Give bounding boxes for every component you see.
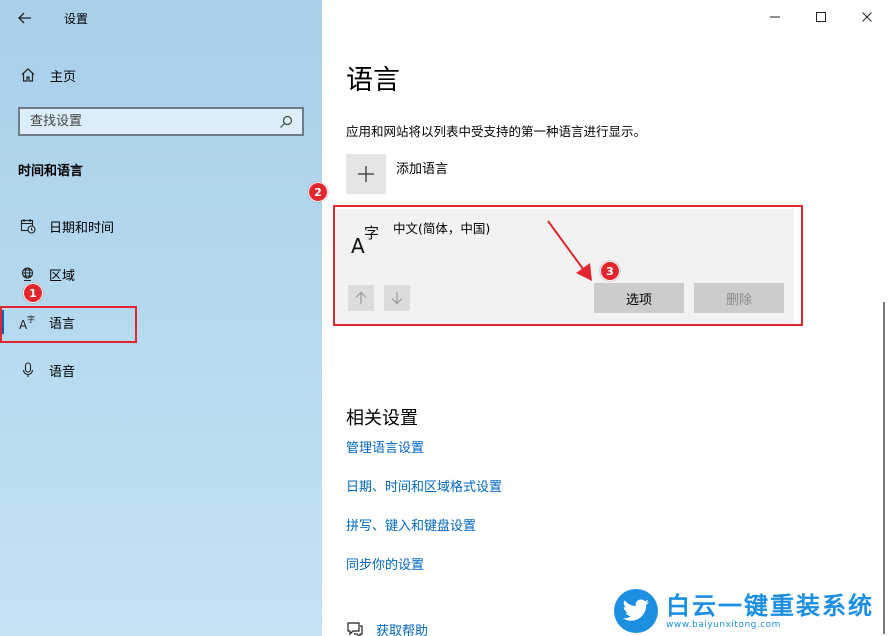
search-icon[interactable] — [278, 114, 294, 130]
link-manage-language[interactable]: 管理语言设置 — [346, 437, 424, 456]
maximize-icon — [816, 12, 826, 22]
watermark-brand: 白云一键重装系统 — [666, 592, 874, 620]
close-icon — [862, 12, 872, 22]
add-language-label: 添加语言 — [396, 162, 449, 177]
get-help[interactable]: 获取帮助 — [346, 620, 428, 636]
close-button[interactable] — [844, 0, 890, 34]
annotation-box-language-nav — [0, 306, 137, 343]
sidebar-item-speech[interactable]: 语音 — [0, 350, 322, 390]
scrollbar-thumb[interactable] — [883, 302, 885, 634]
nav-home[interactable]: 主页 — [18, 64, 76, 86]
app-title: 设置 — [64, 12, 89, 26]
link-date-time-region-format[interactable]: 日期、时间和区域格式设置 — [346, 476, 502, 495]
annotation-arrow — [547, 220, 592, 281]
nav-home-label: 主页 — [50, 69, 77, 85]
get-help-link[interactable]: 获取帮助 — [376, 620, 428, 636]
sidebar-item-label: 日期和时间 — [49, 220, 115, 236]
annotation-badge-3: 3 — [600, 261, 620, 281]
globe-icon — [18, 264, 38, 284]
sidebar-item-region[interactable]: 区域 — [0, 254, 322, 294]
search-box[interactable] — [18, 107, 304, 136]
related-settings-title: 相关设置 — [346, 408, 418, 429]
add-language-button[interactable]: 添加语言 — [346, 154, 448, 194]
page-title: 语言 — [346, 65, 400, 96]
watermark: 白云一键重装系统 www.baiyunxitong.com — [608, 586, 890, 636]
twitter-bird-icon — [614, 589, 658, 633]
minimize-button[interactable] — [752, 0, 798, 34]
page-description: 应用和网站将以列表中受支持的第一种语言进行显示。 — [346, 124, 647, 139]
sidebar-item-label: 区域 — [49, 268, 76, 284]
link-sync-settings[interactable]: 同步你的设置 — [346, 554, 424, 573]
home-icon — [18, 65, 38, 85]
help-chat-icon — [347, 621, 363, 636]
back-button[interactable] — [14, 8, 36, 28]
maximize-button[interactable] — [798, 0, 844, 34]
search-input[interactable] — [30, 114, 278, 129]
sidebar-section-title: 时间和语言 — [18, 164, 84, 179]
annotation-badge-1: 1 — [23, 283, 43, 303]
sidebar-item-datetime[interactable]: 日期和时间 — [0, 206, 322, 246]
minimize-icon — [770, 16, 780, 18]
annotation-badge-2: 2 — [308, 182, 328, 202]
titlebar-left: 设置 — [0, 0, 322, 36]
calendar-clock-icon — [18, 216, 38, 236]
watermark-url: www.baiyunxitong.com — [666, 620, 781, 630]
link-spelling-typing-keyboard[interactable]: 拼写、键入和键盘设置 — [346, 515, 476, 534]
sidebar-item-label: 语音 — [49, 364, 76, 380]
plus-icon — [346, 154, 386, 194]
microphone-icon — [18, 360, 38, 380]
window-controls — [752, 0, 890, 34]
back-arrow-icon — [18, 12, 31, 24]
